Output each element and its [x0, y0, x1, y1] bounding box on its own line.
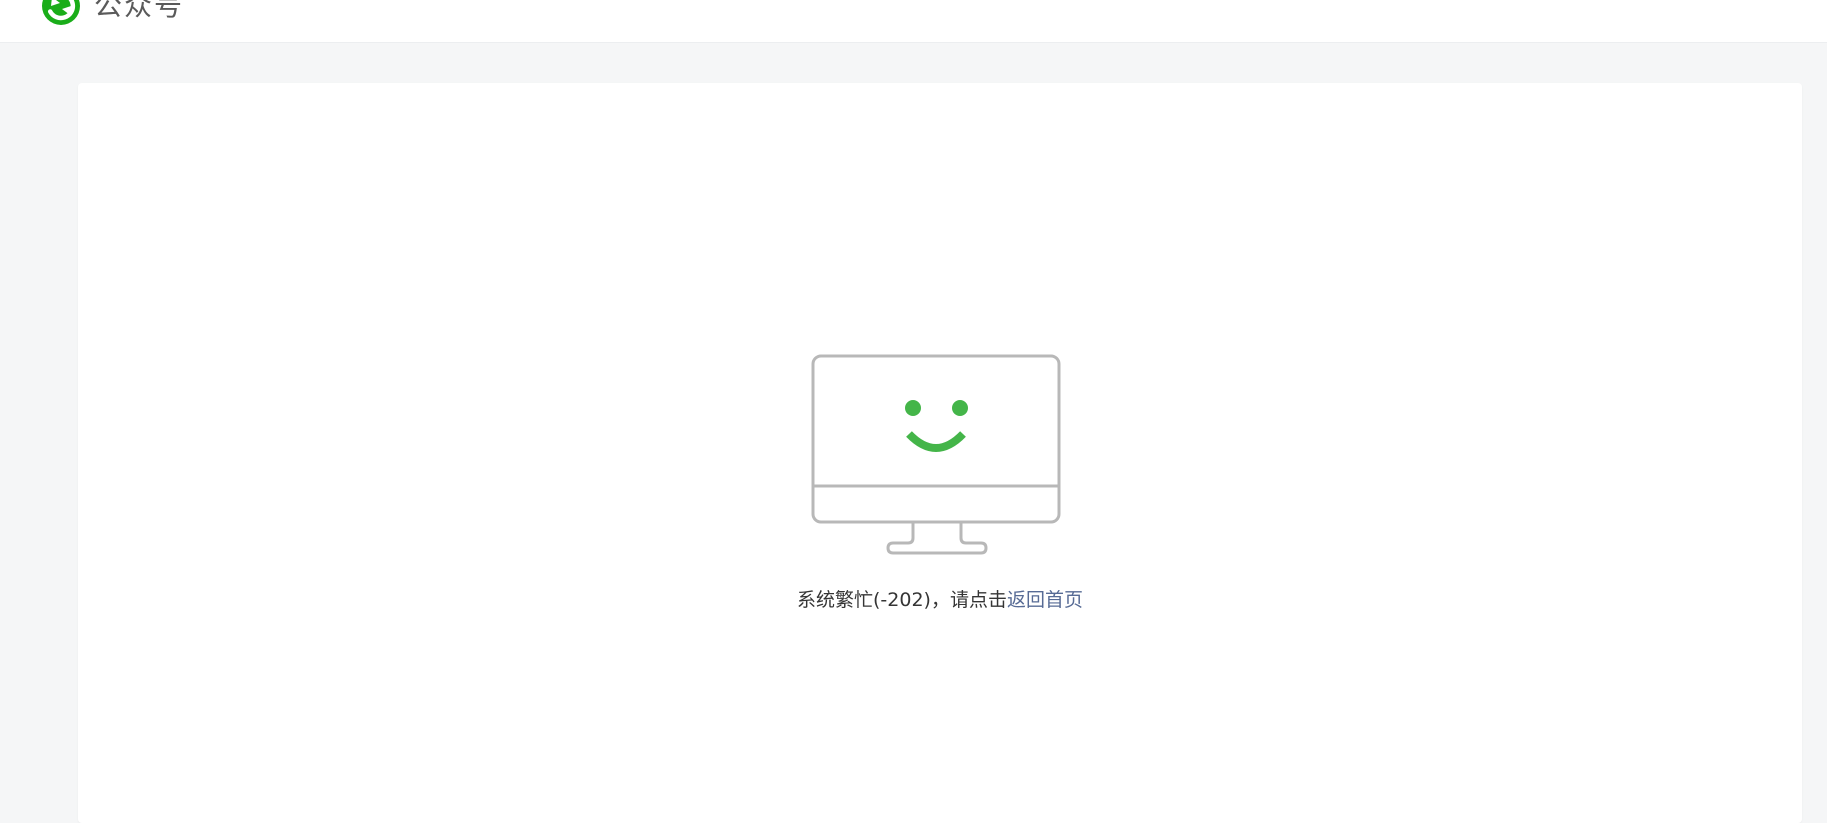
error-message-text: 系统繁忙(-202)，请点击	[797, 589, 1007, 611]
wechat-official-accounts-logo-icon	[42, 0, 80, 25]
return-home-link[interactable]: 返回首页	[1007, 589, 1083, 611]
smiling-monitor-icon	[811, 354, 1061, 555]
error-card: 系统繁忙(-202)，请点击返回首页	[78, 83, 1802, 823]
error-message: 系统繁忙(-202)，请点击返回首页	[78, 587, 1802, 613]
top-header: 公众号	[0, 0, 1827, 43]
brand-name: 公众号	[94, 0, 185, 22]
brand-home-link[interactable]: 公众号	[40, 0, 184, 28]
